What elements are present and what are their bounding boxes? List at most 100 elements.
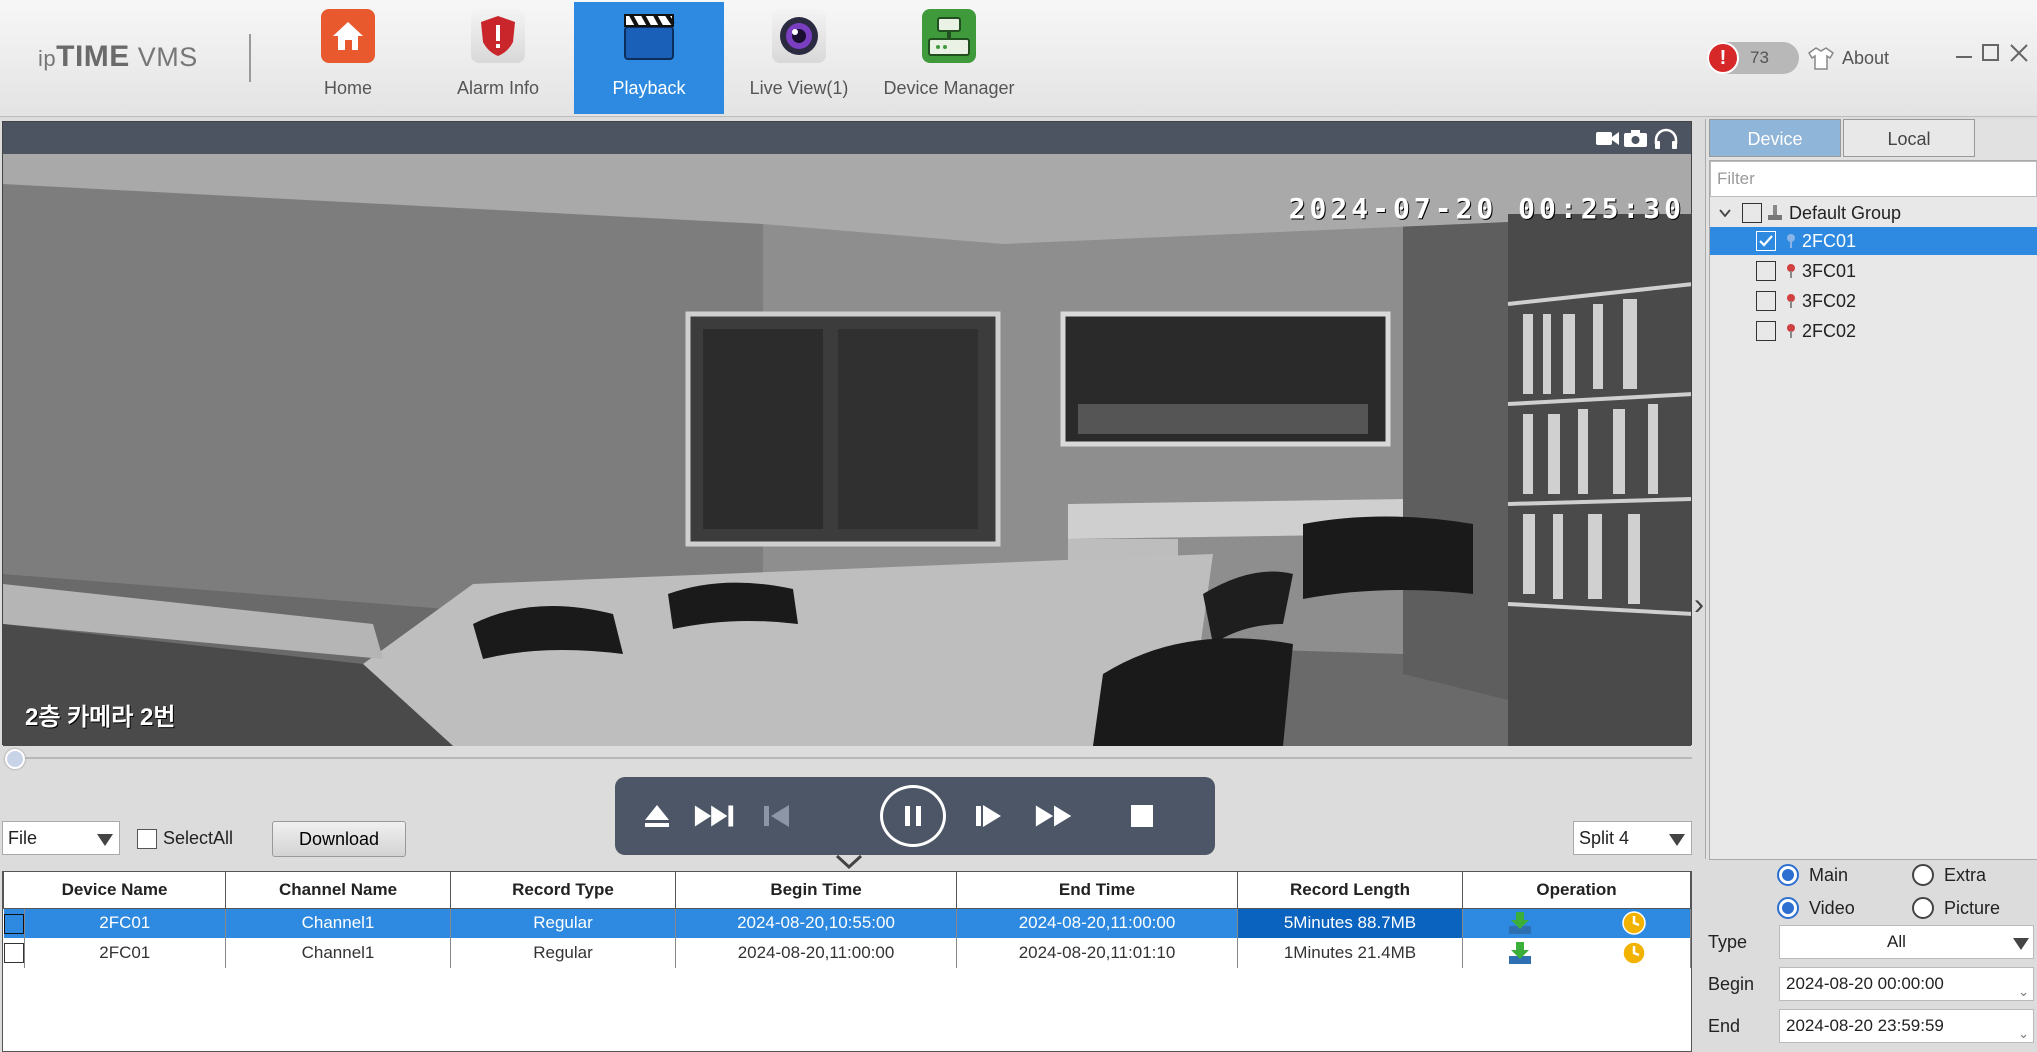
- radio-extra-stream[interactable]: Extra: [1912, 864, 1986, 886]
- col-device-name[interactable]: Device Name: [3, 872, 226, 909]
- device-label: 2FC01: [1802, 230, 1857, 251]
- nav-live-view-label: Live View(1): [749, 78, 849, 98]
- camera-device-icon: [1787, 264, 1795, 278]
- playback-controls: [615, 777, 1215, 855]
- download-arrow-icon[interactable]: [1507, 940, 1533, 966]
- logo-ip: ip: [38, 46, 57, 71]
- chevron-down-icon: ⌄: [2018, 984, 2029, 999]
- radio-main-stream[interactable]: Main: [1777, 864, 1848, 886]
- radio-main-label: Main: [1809, 864, 1849, 885]
- top-header: ipTIME VMS Home Alarm Info Playback Live…: [0, 0, 2037, 117]
- cell-type: Regular: [450, 938, 676, 968]
- clock-icon[interactable]: [1621, 940, 1647, 966]
- tab-local[interactable]: Local: [1843, 119, 1975, 157]
- row-checkbox[interactable]: [3, 943, 24, 964]
- file-type-value: File: [8, 828, 38, 848]
- radio-picture-label: Picture: [1944, 897, 2001, 918]
- collapse-down-chevron-icon[interactable]: [835, 854, 863, 870]
- fast-forward-icon[interactable]: [1033, 794, 1077, 838]
- nav-live-view[interactable]: Live View(1): [724, 2, 874, 114]
- group-checkbox[interactable]: [1742, 203, 1762, 223]
- nav-device-manager[interactable]: Device Manager: [874, 2, 1024, 114]
- split-layout-select[interactable]: Split 4: [1573, 821, 1692, 855]
- cell-channel: Channel1: [225, 938, 451, 968]
- device-checkbox[interactable]: [1756, 231, 1776, 251]
- tree-device-2fc01[interactable]: 2FC01: [1710, 227, 2037, 255]
- split-layout-value: Split 4: [1579, 828, 1630, 848]
- stop-icon[interactable]: [1120, 794, 1164, 838]
- begin-datetime-field[interactable]: 2024-08-20 00:00:00 ⌄: [1779, 967, 2034, 1001]
- headphones-icon[interactable]: [1653, 128, 1678, 149]
- record-table: Device Name Channel Name Record Type Beg…: [2, 871, 1692, 1052]
- about-button[interactable]: About: [1808, 40, 1889, 76]
- device-manager-icon: [922, 9, 976, 63]
- col-record-length[interactable]: Record Length: [1237, 872, 1463, 909]
- close-button[interactable]: [2008, 42, 2030, 64]
- seek-thumb[interactable]: [5, 749, 25, 769]
- video-caption: 2층 카메라 2번: [25, 704, 176, 731]
- file-type-select[interactable]: File: [2, 821, 120, 855]
- radio-dot: [1777, 897, 1799, 919]
- download-arrow-icon[interactable]: [1507, 910, 1533, 936]
- table-row[interactable]: 2FC01 Channel1 Regular 2024-08-20,11:00:…: [3, 938, 1691, 968]
- end-datetime-field[interactable]: 2024-08-20 23:59:59 ⌄: [1779, 1009, 2034, 1043]
- close-icon: [2010, 44, 2028, 62]
- nav-home[interactable]: Home: [273, 2, 423, 114]
- checkbox-box: [137, 828, 157, 849]
- minimize-button[interactable]: [1953, 42, 1975, 64]
- device-checkbox[interactable]: [1756, 321, 1776, 341]
- step-back-icon[interactable]: [755, 794, 799, 838]
- seek-bar[interactable]: [14, 757, 1692, 759]
- device-checkbox[interactable]: [1756, 261, 1776, 281]
- cell-length: 5Minutes 88.7MB: [1237, 908, 1463, 938]
- camera-device-icon: [1787, 294, 1795, 308]
- radio-picture[interactable]: Picture: [1912, 897, 2000, 919]
- video-frame[interactable]: 2024-07-20 00:25:30 2층 카메라 2번: [3, 154, 1691, 746]
- eject-icon[interactable]: [635, 794, 679, 838]
- nav-alarm-info[interactable]: Alarm Info: [423, 2, 573, 114]
- col-end-time[interactable]: End Time: [956, 872, 1238, 909]
- video-record-icon[interactable]: [1595, 128, 1619, 148]
- radio-video[interactable]: Video: [1777, 897, 1855, 919]
- clock-icon[interactable]: [1621, 910, 1647, 936]
- check-icon: [1759, 235, 1773, 247]
- download-button[interactable]: Download: [272, 821, 406, 857]
- radio-extra-label: Extra: [1944, 864, 1987, 885]
- video-panel[interactable]: 2024-07-20 00:25:30 2층 카메라 2번: [2, 121, 1692, 746]
- radio-dot: [1912, 897, 1934, 919]
- col-begin-time[interactable]: Begin Time: [675, 872, 957, 909]
- nav-playback[interactable]: Playback: [574, 2, 724, 114]
- camera-lens-icon: [772, 9, 826, 63]
- select-all-checkbox[interactable]: SelectAll: [137, 828, 233, 849]
- tree-device-3fc01[interactable]: 3FC01: [1710, 257, 2037, 285]
- col-channel-name[interactable]: Channel Name: [225, 872, 451, 909]
- step-forward-icon[interactable]: [967, 794, 1011, 838]
- table-row[interactable]: 2FC01 Channel1 Regular 2024-08-20,10:55:…: [3, 908, 1691, 938]
- cell-device: 2FC01: [24, 908, 226, 938]
- filter-input[interactable]: [1710, 161, 2037, 197]
- tree-device-2fc02[interactable]: 2FC02: [1710, 317, 2037, 345]
- video-toolbar: [3, 122, 1691, 154]
- tree-device-3fc02[interactable]: 3FC02: [1710, 287, 2037, 315]
- chevron-down-icon: [1669, 834, 1685, 846]
- chevron-down-icon[interactable]: [1718, 206, 1732, 220]
- row-checkbox[interactable]: [3, 913, 24, 934]
- tree-group-default[interactable]: Default Group: [1710, 199, 2037, 227]
- fast-forward-end-icon[interactable]: [693, 794, 737, 838]
- maximize-button[interactable]: [1980, 42, 2002, 64]
- device-checkbox[interactable]: [1756, 291, 1776, 311]
- tab-device[interactable]: Device: [1709, 119, 1841, 157]
- cell-operation: [1462, 938, 1691, 968]
- alarm-shield-icon: [471, 9, 525, 63]
- nav-alarm-info-label: Alarm Info: [456, 78, 540, 98]
- radio-dot: [1777, 864, 1799, 886]
- cell-operation: [1462, 908, 1691, 938]
- pause-icon[interactable]: [880, 785, 946, 847]
- type-value: All: [1887, 932, 1906, 951]
- snapshot-camera-icon[interactable]: [1623, 128, 1647, 148]
- cell-channel: Channel1: [225, 908, 451, 938]
- cell-begin: 2024-08-20,11:00:00: [675, 938, 957, 968]
- type-select[interactable]: All: [1779, 925, 2034, 959]
- minimize-icon: [1956, 56, 1972, 58]
- col-record-type[interactable]: Record Type: [450, 872, 676, 909]
